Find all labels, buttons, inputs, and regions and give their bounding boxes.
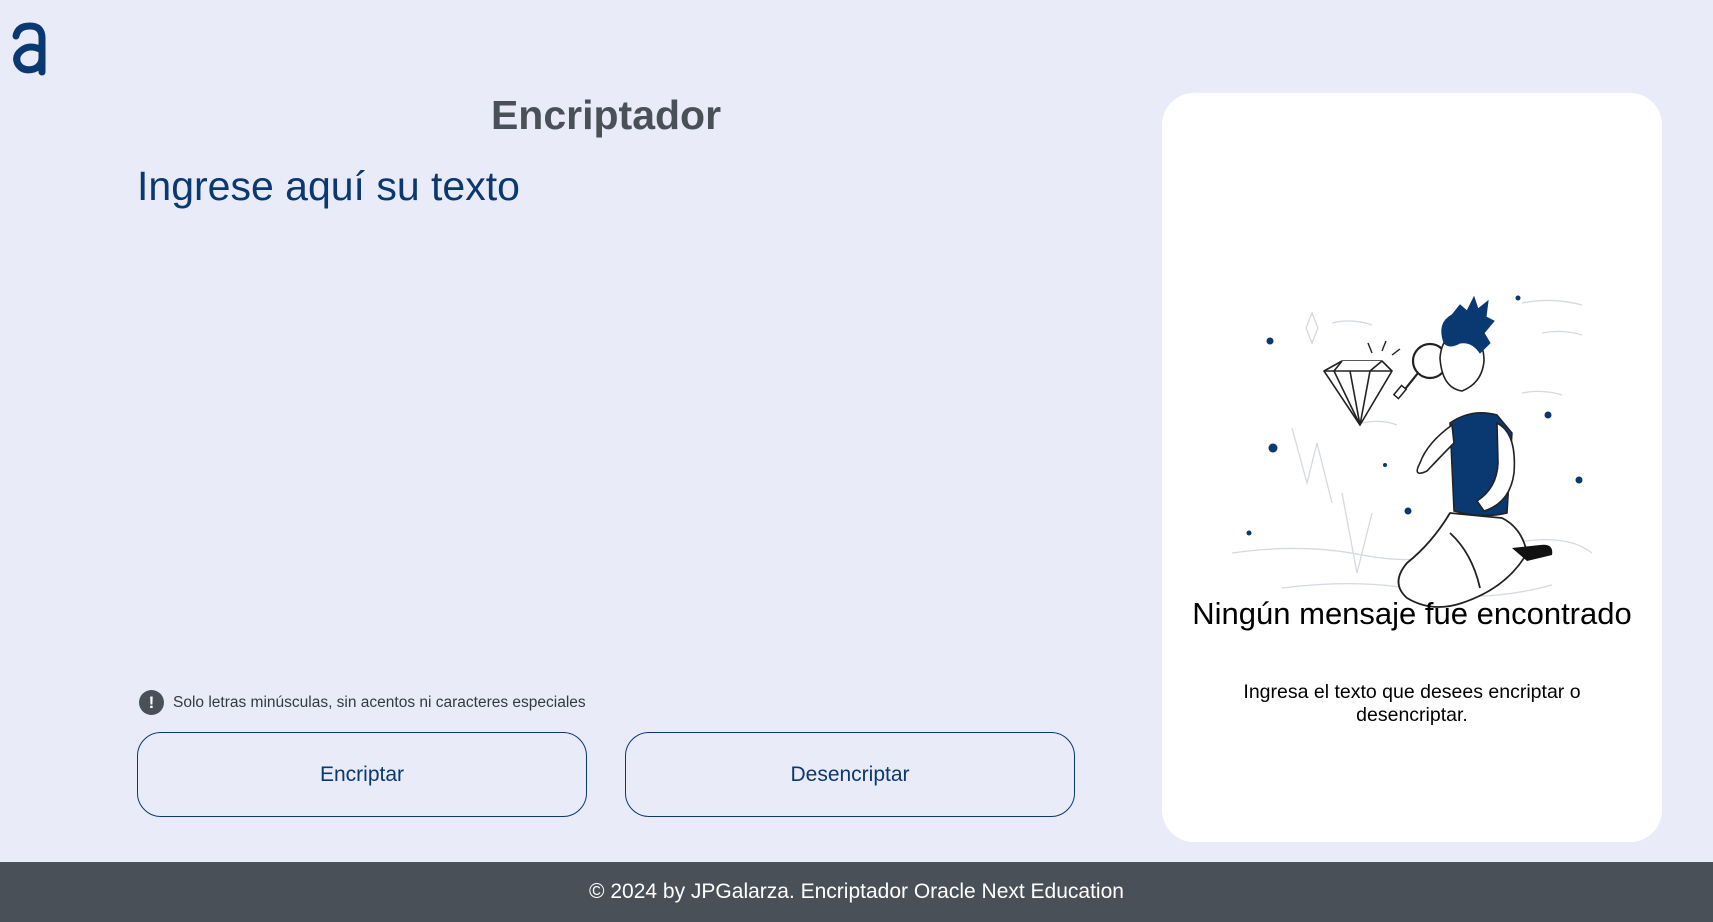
empty-state-subtitle: Ingresa el texto que desees encriptar o … [1243,681,1581,726]
text-input[interactable] [137,160,1074,660]
decrypt-button[interactable]: Desencriptar [625,732,1075,817]
page-title: Encriptador [490,92,722,138]
hint-text: Solo letras minúsculas, sin acentos ni c… [173,693,586,711]
alura-logo [12,22,46,76]
footer: © 2024 by JPGalarza. Encriptador Oracle … [0,862,1713,922]
encrypt-button[interactable]: Encriptar [137,732,587,817]
input-hint: ! Solo letras minúsculas, sin acentos ni… [139,690,586,715]
person-inspecting-diamond-illustration [1231,295,1593,608]
footer-text: © 2024 by JPGalarza. Encriptador Oracle … [589,880,1124,903]
result-panel: Ningún mensaje fue encontrado Ingresa el… [1162,93,1662,842]
empty-state-title: Ningún mensaje fue encontrado [1192,596,1632,631]
exclamation-icon: ! [139,690,164,715]
